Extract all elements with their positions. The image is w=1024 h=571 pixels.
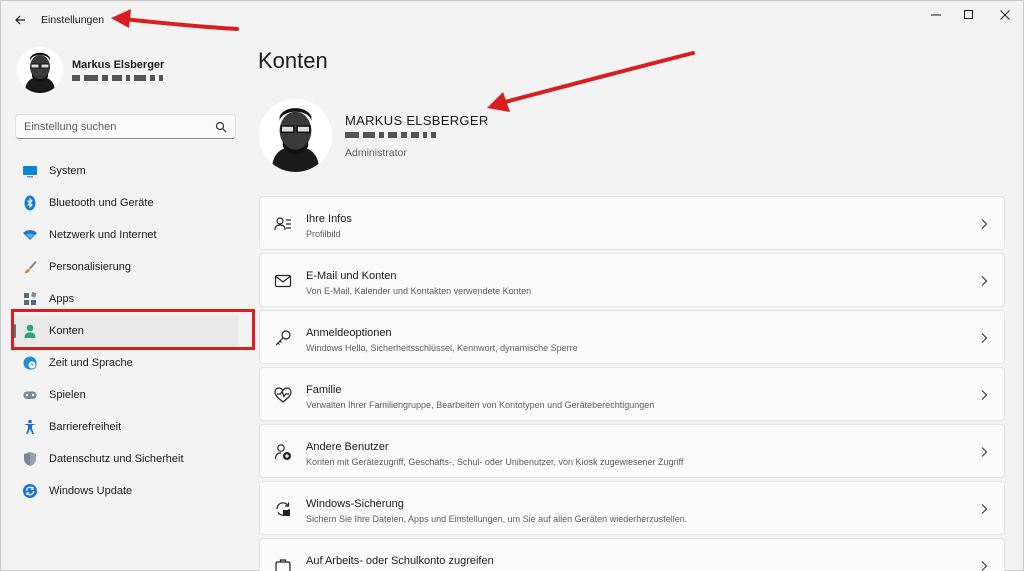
accessibility-icon [24, 419, 36, 434]
gamepad-icon [23, 391, 37, 399]
minimize-button[interactable] [919, 5, 953, 25]
sidebar-item-windows-update[interactable]: Windows Update [13, 475, 239, 507]
close-icon [1000, 10, 1010, 20]
card-title: Familie [306, 384, 342, 396]
update-icon [23, 484, 37, 498]
sidebar-item-label: Apps [49, 293, 75, 305]
search-placeholder: Einstellung suchen [24, 121, 117, 133]
maximize-button[interactable] [952, 5, 986, 25]
sidebar-item-system[interactable]: System [13, 155, 239, 187]
app-title: Einstellungen [41, 14, 105, 26]
card-subtitle: Von E-Mail, Kalender und Kontakten verwe… [306, 286, 532, 296]
settings-card-list: Ihre Infos Profilbild E-Mail und Konten … [259, 196, 1005, 571]
avatar [259, 99, 332, 172]
sidebar-item-label: Barrierefreiheit [49, 421, 122, 433]
profile-name: Markus Elsberger [72, 59, 165, 71]
card-title: Auf Arbeits- oder Schulkonto zugreifen [306, 555, 494, 567]
maximize-icon [964, 10, 973, 19]
search-input[interactable]: Einstellung suchen [15, 114, 236, 139]
chevron-right-icon [981, 447, 988, 457]
card-subtitle: Profilbild [306, 229, 341, 239]
chevron-right-icon [981, 504, 988, 514]
avatar [17, 47, 63, 93]
sidebar-item-label: Zeit und Sprache [49, 357, 133, 369]
add-person-icon [274, 444, 291, 460]
card-title: Anmeldeoptionen [306, 327, 392, 339]
sidebar-item-label: Datenschutz und Sicherheit [49, 453, 184, 465]
back-arrow-icon [15, 15, 25, 25]
search-icon [215, 121, 227, 133]
redacted-email [72, 75, 163, 81]
user-hero: MARKUS ELSBERGER Administrator [259, 99, 759, 179]
sidebar-item-time-language[interactable]: Zeit und Sprache [13, 347, 239, 379]
chevron-right-icon [981, 333, 988, 343]
close-button[interactable] [988, 5, 1022, 25]
card-familie[interactable]: Familie Verwalten Ihrer Familiengruppe, … [259, 367, 1005, 421]
card-arbeitskonto[interactable]: Auf Arbeits- oder Schulkonto zugreifen [259, 538, 1005, 571]
sidebar-item-label: Personalisierung [49, 261, 131, 273]
back-button[interactable] [11, 10, 31, 30]
minimize-icon [931, 14, 941, 16]
user-role: Administrator [345, 147, 407, 159]
sidebar-item-bluetooth[interactable]: Bluetooth und Geräte [13, 187, 239, 219]
card-title: Ihre Infos [306, 213, 352, 225]
apps-icon [24, 291, 37, 305]
sidebar-item-label: Windows Update [49, 485, 133, 497]
card-title: E-Mail und Konten [306, 270, 397, 282]
chevron-right-icon [981, 219, 988, 229]
sidebar-item-privacy[interactable]: Datenschutz und Sicherheit [13, 443, 239, 475]
sidebar-item-network[interactable]: Netzwerk und Internet [13, 219, 239, 251]
card-anmeldeoptionen[interactable]: Anmeldeoptionen Windows Hello, Sicherhei… [259, 310, 1005, 364]
bluetooth-icon [24, 195, 36, 211]
card-email-konten[interactable]: E-Mail und Konten Von E-Mail, Kalender u… [259, 253, 1005, 307]
sidebar-item-label: System [49, 165, 86, 177]
chevron-right-icon [981, 390, 988, 400]
sidebar-item-label: Spielen [49, 389, 86, 401]
settings-window: Einstellungen Markus Elsberger Einstellu… [0, 0, 1024, 571]
mail-icon [274, 274, 292, 288]
backup-icon [276, 502, 290, 516]
brush-icon [24, 261, 37, 274]
sidebar-profile[interactable]: Markus Elsberger [17, 47, 237, 97]
chevron-right-icon [981, 276, 988, 286]
shield-icon [24, 452, 36, 466]
card-title: Andere Benutzer [306, 441, 389, 453]
card-subtitle: Verwalten Ihrer Familiengruppe, Bearbeit… [306, 400, 655, 410]
sidebar-item-accessibility[interactable]: Barrierefreiheit [13, 411, 239, 443]
heart-pulse-icon [274, 387, 292, 403]
user-name: MARKUS ELSBERGER [345, 113, 489, 128]
system-icon [23, 166, 37, 178]
annotation-highlight-box [11, 309, 255, 350]
wifi-icon [23, 230, 37, 240]
sidebar-item-label: Bluetooth und Geräte [49, 197, 154, 209]
title-bar: Einstellungen [1, 1, 1023, 37]
card-andere-benutzer[interactable]: Andere Benutzer Konten mit Gerätezugriff… [259, 424, 1005, 478]
sidebar-item-personalization[interactable]: Personalisierung [13, 251, 239, 283]
key-icon [275, 330, 291, 346]
card-title: Windows-Sicherung [306, 498, 404, 510]
card-ihre-infos[interactable]: Ihre Infos Profilbild [259, 196, 1005, 250]
redacted-email [345, 132, 436, 138]
clock-globe-icon [23, 356, 37, 370]
page-title: Konten [258, 48, 328, 73]
card-subtitle: Konten mit Gerätezugriff, Geschäfts-, Sc… [306, 457, 684, 467]
person-info-icon [274, 217, 291, 231]
briefcase-icon [275, 559, 291, 571]
chevron-right-icon [981, 561, 988, 571]
card-windows-sicherung[interactable]: Windows-Sicherung Sichern Sie Ihre Datei… [259, 481, 1005, 535]
sidebar-item-gaming[interactable]: Spielen [13, 379, 239, 411]
card-subtitle: Sichern Sie Ihre Dateien, Apps und Einst… [306, 514, 688, 524]
sidebar-item-label: Netzwerk und Internet [49, 229, 157, 241]
card-subtitle: Windows Hello, Sicherheitsschlüssel, Ken… [306, 343, 578, 353]
